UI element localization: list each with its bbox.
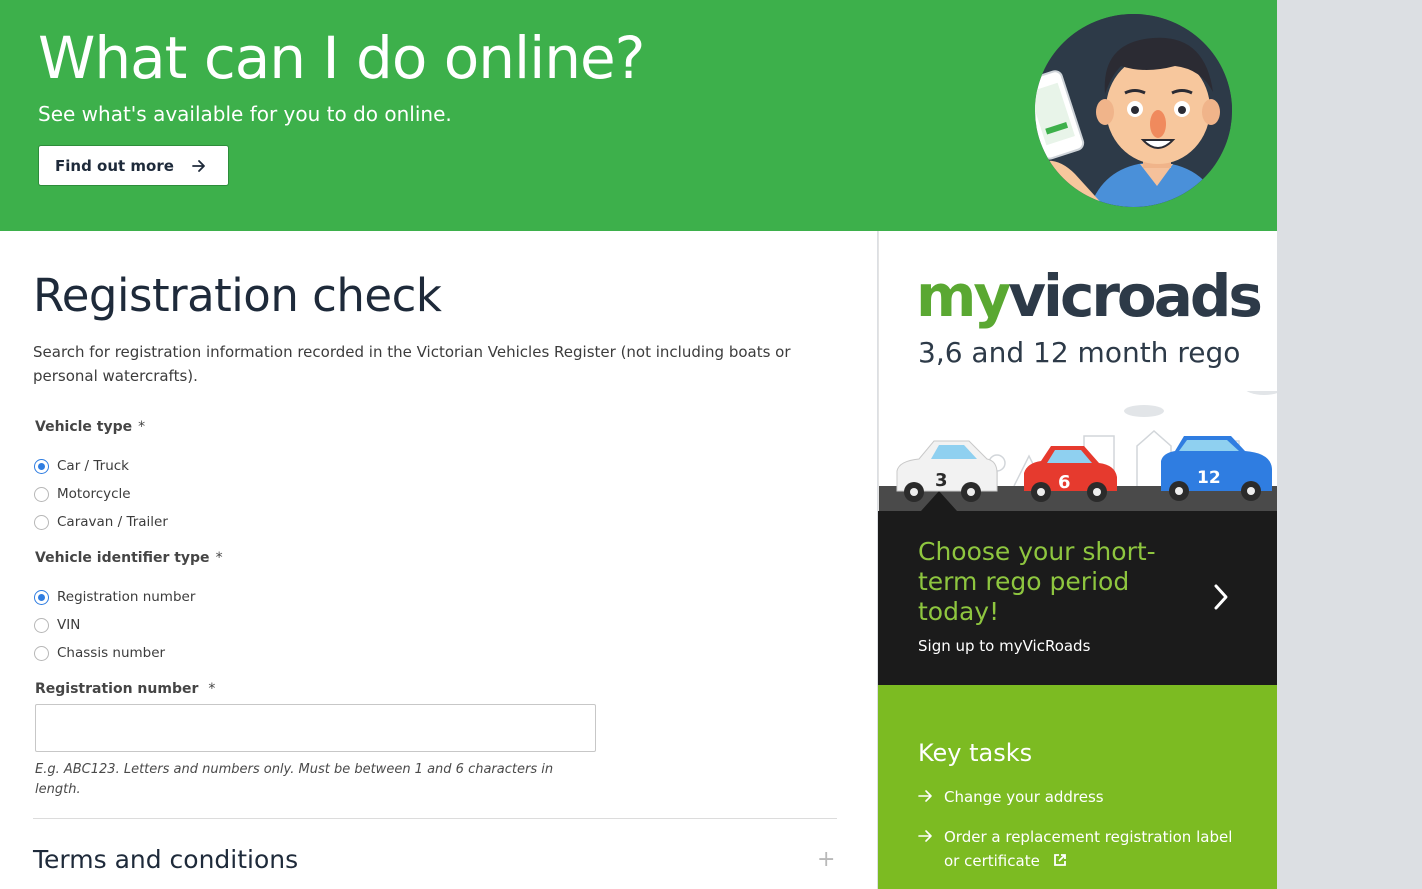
logo-my: my bbox=[916, 262, 1011, 330]
find-out-more-button[interactable]: Find out more bbox=[38, 145, 229, 186]
radio-label: Car / Truck bbox=[57, 458, 129, 474]
radio-label: Registration number bbox=[57, 589, 196, 605]
required-marker: * bbox=[215, 550, 223, 566]
promo-heading: Choose your short-term rego period today… bbox=[918, 537, 1156, 626]
radio-label: VIN bbox=[57, 617, 81, 633]
radio-vin[interactable]: VIN bbox=[34, 617, 80, 633]
radio-label: Caravan / Trailer bbox=[57, 514, 168, 530]
key-tasks-panel: Key tasks Change your address Order a re… bbox=[878, 685, 1277, 889]
registration-number-hint: E.g. ABC123. Letters and numbers only. M… bbox=[35, 762, 554, 797]
chevron-right-icon[interactable] bbox=[1211, 583, 1231, 611]
registration-number-label-text: Registration number bbox=[35, 681, 199, 697]
car-number-12: 12 bbox=[1197, 468, 1221, 488]
radio-motorcycle[interactable]: Motorcycle bbox=[34, 486, 131, 502]
cars-illustration: 3 6 12 bbox=[879, 391, 1277, 511]
page-title: Registration check bbox=[33, 269, 442, 322]
hero-title: What can I do online? bbox=[38, 24, 645, 92]
promo-sign-up-link[interactable]: Sign up to myVicRoads bbox=[918, 637, 1090, 655]
rego-tagline: 3,6 and 12 month rego bbox=[918, 336, 1241, 369]
myvicroads-promo-image: myvicroads 3,6 and 12 month rego 3 6 12 bbox=[878, 231, 1277, 511]
short-term-rego-promo-card[interactable]: Choose your short-term rego period today… bbox=[878, 511, 1277, 685]
radio-selected-icon bbox=[34, 458, 49, 474]
radio-label: Chassis number bbox=[57, 645, 166, 661]
radio-unselected-icon bbox=[34, 617, 49, 633]
registration-check-panel: Registration check Search for registrati… bbox=[0, 231, 877, 889]
page-description: Search for registration information reco… bbox=[33, 343, 791, 385]
myvicroads-logo: myvicroads bbox=[916, 267, 1263, 325]
arrow-right-icon bbox=[192, 160, 205, 172]
terms-and-conditions-heading[interactable]: Terms and conditions bbox=[33, 845, 298, 874]
radio-car-truck[interactable]: Car / Truck bbox=[34, 458, 129, 474]
task-label: Change your address bbox=[944, 788, 1104, 806]
radio-unselected-icon bbox=[34, 486, 49, 502]
required-marker: * bbox=[138, 419, 146, 435]
radio-chassis-number[interactable]: Chassis number bbox=[34, 645, 165, 661]
page-background bbox=[1277, 0, 1422, 889]
car-number-3: 3 bbox=[935, 470, 948, 491]
car-number-6: 6 bbox=[1058, 472, 1071, 493]
task-replacement-label[interactable]: Order a replacement registration label o… bbox=[918, 825, 1248, 873]
radio-label: Motorcycle bbox=[57, 486, 131, 502]
radio-registration-number[interactable]: Registration number bbox=[34, 589, 195, 605]
task-label: Order a replacement registration label o… bbox=[918, 825, 1248, 873]
registration-number-input[interactable] bbox=[35, 704, 596, 752]
radio-selected-icon bbox=[34, 589, 49, 605]
person-with-phone-illustration bbox=[1035, 14, 1232, 207]
radio-unselected-icon bbox=[34, 514, 49, 530]
arrow-right-icon bbox=[918, 830, 932, 842]
find-out-more-label: Find out more bbox=[55, 156, 174, 175]
expand-plus-icon[interactable]: + bbox=[817, 847, 835, 872]
arrow-right-icon bbox=[918, 790, 932, 802]
vehicle-type-label-text: Vehicle type bbox=[35, 419, 133, 435]
required-marker: * bbox=[208, 681, 216, 697]
task-label-text: Order a replacement registration label o… bbox=[944, 828, 1233, 870]
radio-unselected-icon bbox=[34, 645, 49, 661]
hero-banner: What can I do online? See what's availab… bbox=[0, 0, 1277, 231]
vehicle-type-label: Vehicle type * bbox=[35, 419, 145, 435]
key-tasks-title: Key tasks bbox=[918, 739, 1033, 767]
identifier-type-label-text: Vehicle identifier type bbox=[35, 550, 210, 566]
logo-vicroads: vicroads bbox=[1008, 262, 1263, 330]
identifier-type-label: Vehicle identifier type * bbox=[35, 550, 223, 566]
external-link-icon bbox=[1053, 854, 1066, 866]
radio-caravan-trailer[interactable]: Caravan / Trailer bbox=[34, 514, 168, 530]
registration-number-label: Registration number * bbox=[35, 681, 215, 697]
section-divider bbox=[33, 818, 837, 819]
task-change-address[interactable]: Change your address bbox=[918, 785, 1248, 809]
hero-subtitle: See what's available for you to do onlin… bbox=[38, 102, 452, 126]
